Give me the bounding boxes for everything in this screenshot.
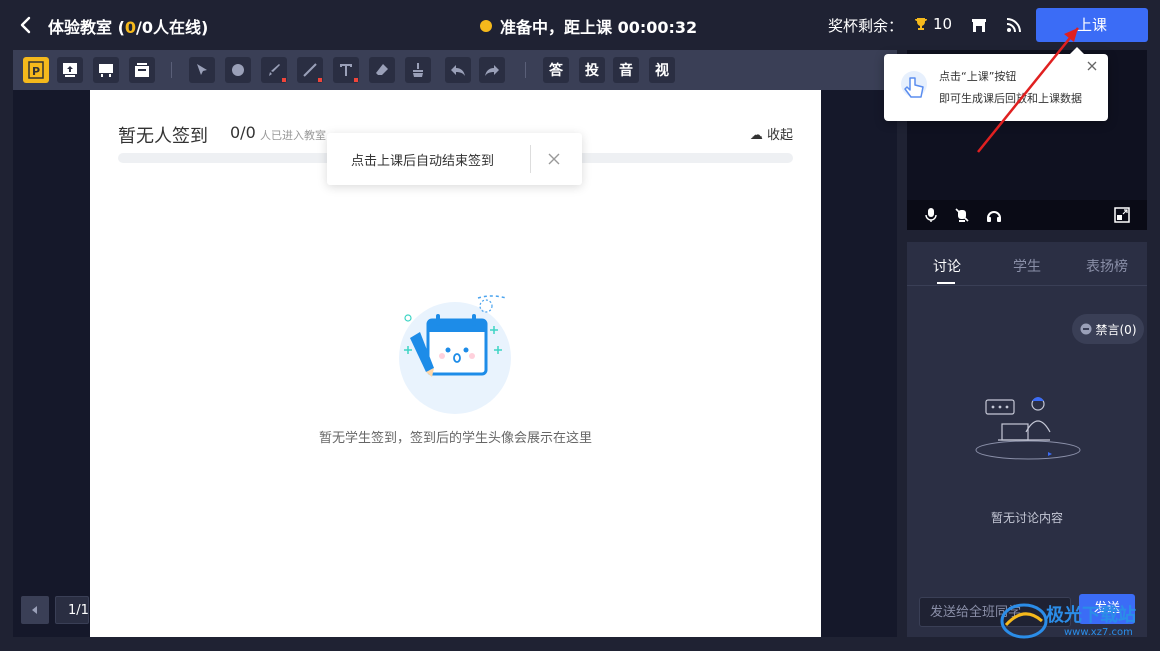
online-count: (0/0人在线) (117, 18, 209, 37)
hint-line-1: 点击“上课”按钮 (939, 70, 1017, 83)
class-status: 准备中，距上课 00:00:32 (480, 14, 697, 38)
brush-tool[interactable] (261, 57, 287, 83)
camera-off-icon[interactable] (954, 207, 970, 223)
svg-text:P: P (32, 65, 40, 78)
shape-tool[interactable] (225, 57, 251, 83)
sign-in-count: 0/0 (230, 123, 256, 142)
upload-tool[interactable] (57, 57, 83, 83)
trophy-count: 10 (913, 15, 952, 33)
line-tool[interactable] (297, 57, 323, 83)
sign-in-subtitle: 人已进入教室 (260, 129, 326, 142)
expand-icon[interactable] (1114, 207, 1130, 223)
brush-icon (269, 64, 280, 76)
eraser-icon (376, 64, 388, 75)
collapse-label: 收起 (766, 128, 793, 143)
ppt-icon: P (28, 61, 44, 79)
color-indicator (318, 78, 322, 82)
empty-calendar-illustration (399, 295, 511, 414)
close-icon[interactable] (1086, 60, 1098, 72)
audio-tool[interactable]: 音 (613, 57, 639, 83)
empty-chat-illustration (975, 397, 1081, 460)
chat-bubble-icon (1080, 323, 1091, 335)
caret-left-icon (32, 606, 37, 614)
vote-tool[interactable]: 投 (579, 57, 605, 83)
empty-sign-in-text: 暂无学生签到，签到后的学生头像会展示在这里 (318, 431, 592, 446)
redo-tool[interactable] (479, 57, 505, 83)
undo-tool[interactable] (445, 57, 471, 83)
line-icon (303, 63, 317, 77)
hint-line-2: 即可生成课后回放和上课数据 (939, 92, 1082, 105)
color-indicator (282, 78, 286, 82)
upload-icon (63, 63, 77, 77)
tip-text: 点击上课后自动结束签到 (351, 154, 495, 169)
close-icon[interactable] (546, 151, 562, 167)
sign-in-panel: 暂无人签到 0/0 人已进入教室 ☁ 收起 点击上课后自动结束签到 暂无学生签到… (90, 90, 821, 637)
status-text: 准备中，距上课 00:00:32 (500, 18, 698, 37)
active-tab-indicator (937, 282, 955, 284)
mute-label: 禁言(0) (1095, 322, 1137, 337)
toolbar-divider (171, 62, 172, 78)
tab-students[interactable]: 学生 (1013, 256, 1041, 276)
chat-tabs: 讨论 学生 表扬榜 (907, 242, 1147, 286)
eraser-tool[interactable] (369, 57, 395, 83)
chat-panel: 讨论 学生 表扬榜 禁言(0) 暂无讨论内容 发送 (907, 242, 1147, 637)
pointing-hand-icon (901, 71, 927, 98)
whiteboard-toolbar: P 答 投 音 视 (13, 50, 897, 90)
room-title: 体验教室 (0/0人在线) (48, 14, 208, 38)
store-icon[interactable] (970, 16, 988, 34)
redo-icon (485, 65, 499, 76)
text-icon (340, 64, 352, 76)
media-icon (135, 63, 149, 77)
watermark-url: www.xz7.com (1064, 627, 1133, 638)
back-arrow-icon[interactable] (14, 13, 38, 37)
empty-chat-text: 暂无讨论内容 (990, 511, 1063, 525)
mute-all-button[interactable]: 禁言(0) (1072, 314, 1144, 344)
cursor-icon (197, 64, 207, 75)
board-tool[interactable] (93, 57, 119, 83)
trophy-icon (915, 18, 927, 30)
text-tool[interactable] (333, 57, 359, 83)
prev-page-button[interactable] (21, 596, 49, 624)
video-tool[interactable]: 视 (649, 57, 675, 83)
room-name: 体验教室 (48, 18, 113, 37)
whiteboard-area: P 答 投 音 视 暂无人签到 0/0 人已进入教室 ☁ 收起 点击上课后自动结… (13, 50, 897, 637)
watermark-text: 极光下载站 (1046, 605, 1136, 626)
page-navigator: 1/11 (21, 596, 89, 624)
auto-end-tip: 点击上课后自动结束签到 (327, 133, 582, 185)
collapse-button[interactable]: ☁ 收起 (750, 124, 793, 143)
undo-icon (451, 65, 465, 76)
broom-icon (413, 63, 423, 77)
ppt-tool[interactable]: P (23, 57, 49, 83)
trophy-count-value: 10 (933, 15, 953, 33)
tab-praise-list[interactable]: 表扬榜 (1086, 256, 1128, 276)
top-bar: 体验教室 (0/0人在线) 准备中，距上课 00:00:32 奖杯剩余： 10 … (0, 0, 1160, 50)
toolbar-divider (525, 62, 526, 78)
cloud-icon: ☁ (749, 128, 763, 143)
start-class-hint-popover: 点击“上课”按钮 即可生成课后回放和上课数据 (884, 47, 1108, 121)
sign-in-title: 暂无人签到 (118, 126, 208, 147)
tab-discussion[interactable]: 讨论 (933, 256, 961, 276)
clear-tool[interactable] (405, 57, 431, 83)
answer-tool[interactable]: 答 (543, 57, 569, 83)
microphone-icon[interactable] (923, 207, 939, 223)
select-tool[interactable] (189, 57, 215, 83)
headset-icon[interactable] (986, 207, 1002, 223)
start-class-button[interactable]: 上课 (1036, 8, 1148, 42)
page-number[interactable]: 1/11 (55, 596, 89, 624)
status-dot-icon (480, 20, 492, 32)
video-controls (907, 200, 1147, 230)
tip-divider (530, 145, 531, 173)
shape-icon (232, 64, 244, 76)
blackboard-icon (99, 64, 113, 77)
color-indicator (354, 78, 358, 82)
media-tool[interactable] (129, 57, 155, 83)
trophy-label: 奖杯剩余： (828, 17, 904, 35)
signal-icon[interactable] (1005, 16, 1023, 34)
